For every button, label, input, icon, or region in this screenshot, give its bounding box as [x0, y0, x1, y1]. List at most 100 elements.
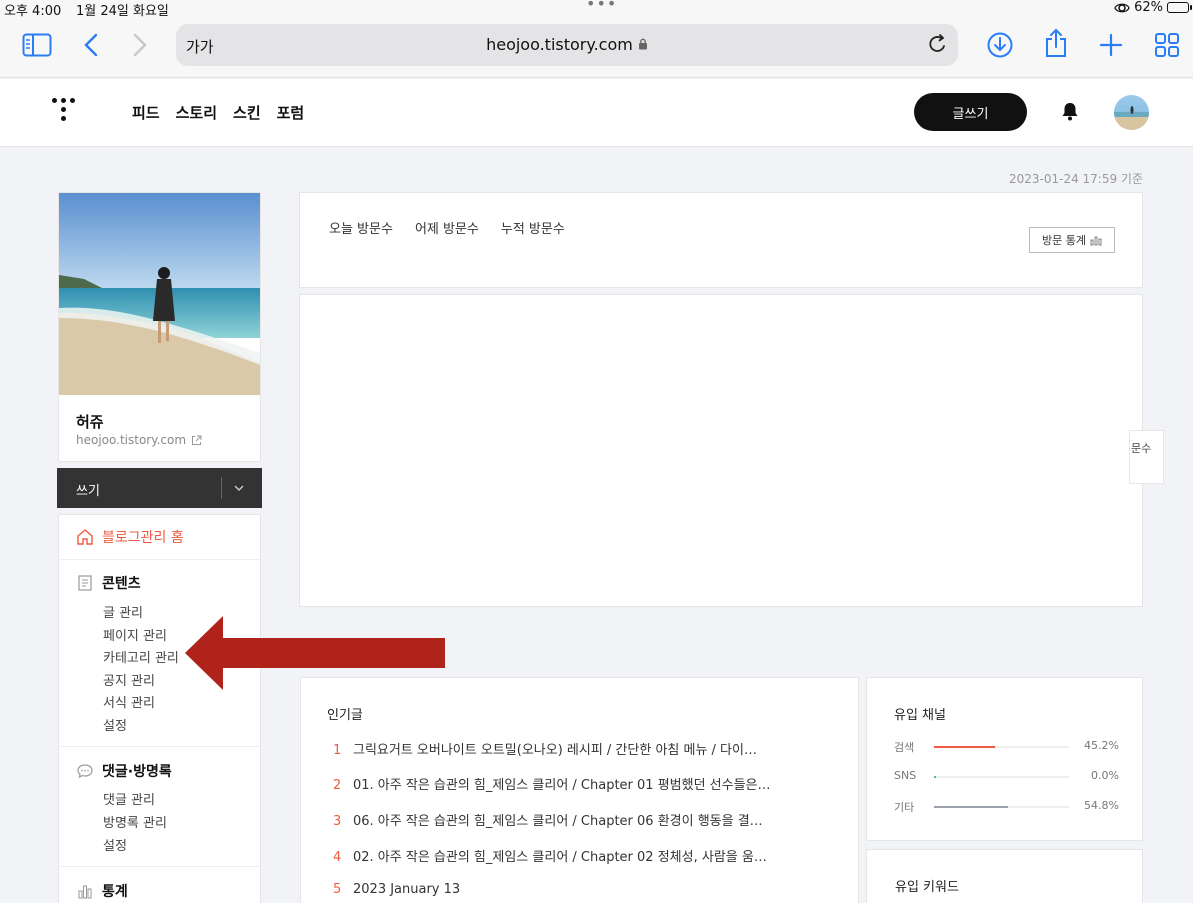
- multitask-dots-icon[interactable]: •••: [586, 0, 617, 13]
- chevron-down-icon[interactable]: [233, 479, 245, 497]
- nav-story[interactable]: 스토리: [176, 102, 217, 123]
- inflow-label: SNS: [894, 769, 917, 782]
- nav-feed[interactable]: 피드: [132, 102, 160, 123]
- inflow-percent: 45.2%: [1084, 739, 1119, 752]
- inflow-percent: 0.0%: [1091, 769, 1119, 782]
- side-tab-label: 문수: [1131, 442, 1152, 455]
- tab-overview-icon[interactable]: [1154, 32, 1180, 58]
- user-avatar[interactable]: [1114, 95, 1149, 130]
- speech-bubble-icon: [77, 764, 93, 779]
- document-icon: [78, 575, 92, 591]
- contents-title: 콘텐츠: [102, 576, 141, 592]
- sidebar-item-notice-manage[interactable]: 공지 관리: [103, 670, 155, 689]
- url-field[interactable]: heojoo.tistory.com: [176, 35, 958, 54]
- sidebar-item-guestbook-manage[interactable]: 방명록 관리: [103, 812, 167, 831]
- sidebar-item-home[interactable]: 블로그관리 홈: [76, 527, 184, 547]
- stats-title: 통계: [102, 884, 128, 900]
- battery-icon: [1167, 2, 1192, 13]
- write-button-divider: [221, 477, 222, 499]
- sidebar-item-comments-settings[interactable]: 설정: [103, 835, 127, 854]
- sidebar-section-contents[interactable]: 콘텐츠: [76, 573, 141, 593]
- url-text: heojoo.tistory.com: [486, 35, 633, 54]
- sidebar-write-button[interactable]: 쓰기: [57, 468, 262, 508]
- beach-photo-icon: [59, 193, 260, 395]
- inflow-bar: [934, 746, 996, 748]
- post-rank: 4: [333, 850, 342, 865]
- inflow-keywords-card: 유입 키워드: [866, 849, 1143, 903]
- popular-post-item[interactable]: 5 2023 January 13: [333, 882, 460, 897]
- inflow-bar-track: [934, 776, 1069, 778]
- tab-total-visits[interactable]: 누적 방문수: [501, 218, 565, 237]
- menu-divider: [59, 866, 260, 867]
- sidebar-item-template-manage[interactable]: 서식 관리: [103, 692, 155, 711]
- sidebar-item-page-manage[interactable]: 페이지 관리: [103, 625, 167, 644]
- inflow-bar-track: [934, 806, 1069, 808]
- main-nav: 피드 스토리 스킨 포럼: [132, 102, 304, 123]
- sidebar-item-contents-settings[interactable]: 설정: [103, 715, 127, 734]
- tistory-header: 피드 스토리 스킨 포럼 글쓰기: [0, 79, 1193, 147]
- menu-divider: [59, 746, 260, 747]
- annotation-arrow-icon: [185, 616, 445, 690]
- sidebar-section-stats[interactable]: 통계: [76, 881, 128, 901]
- inflow-bar-track: [934, 746, 1069, 748]
- tistory-logo-icon[interactable]: [52, 98, 78, 124]
- popular-post-item[interactable]: 4 02. 아주 작은 습관의 힘_제임스 클리어 / Chapter 02 정체…: [333, 846, 767, 865]
- post-rank: 2: [333, 778, 342, 793]
- status-right: 62%: [1114, 0, 1192, 15]
- nav-forum[interactable]: 포럼: [277, 102, 305, 123]
- sidebar-home-label: 블로그관리 홈: [102, 530, 184, 546]
- sidebar-item-category-manage[interactable]: 카테고리 관리: [103, 647, 179, 666]
- comments-title: 댓글·방명록: [102, 764, 172, 780]
- blog-url-text: heojoo.tistory.com: [76, 433, 187, 447]
- visit-stats-label: 방문 통계: [1042, 234, 1086, 247]
- popular-post-item[interactable]: 1 그릭요거트 오버나이트 오트밀(오나오) 레시피 / 간단한 아침 메뉴 / …: [333, 739, 757, 758]
- orientation-lock-icon: [1114, 3, 1130, 12]
- back-icon[interactable]: [83, 33, 99, 57]
- sidebar-item-comment-manage[interactable]: 댓글 관리: [103, 789, 155, 808]
- battery-percent: 62%: [1134, 0, 1163, 15]
- inflow-label: 검색: [894, 741, 915, 754]
- sidebar-section-comments[interactable]: 댓글·방명록: [76, 761, 172, 781]
- address-bar[interactable]: 가가 heojoo.tistory.com: [176, 24, 958, 66]
- external-link-icon: [192, 435, 202, 445]
- tab-yesterday-visits[interactable]: 어제 방문수: [415, 218, 479, 237]
- tab-today-visits[interactable]: 오늘 방문수: [329, 218, 393, 237]
- nav-skin[interactable]: 스킨: [233, 102, 261, 123]
- post-title: 그릭요거트 오버나이트 오트밀(오나오) 레시피 / 간단한 아침 메뉴 / 다…: [353, 743, 757, 758]
- inflow-row-sns: SNS 0.0%: [894, 769, 1119, 785]
- sidebar-item-post-manage[interactable]: 글 관리: [103, 602, 143, 621]
- inflow-bar: [934, 806, 1008, 808]
- post-rank: 5: [333, 882, 342, 897]
- bar-chart-icon: [78, 885, 92, 899]
- home-icon: [77, 529, 93, 545]
- post-title: 2023 January 13: [353, 882, 461, 897]
- bar-chart-icon: [1090, 236, 1102, 245]
- visit-stats-button[interactable]: 방문 통계: [1029, 227, 1115, 253]
- status-bar: 오후 4:00 1월 24일 화요일 ••• 62%: [0, 0, 1193, 19]
- visitor-tabs: 오늘 방문수 어제 방문수 누적 방문수: [329, 218, 565, 237]
- new-tab-icon[interactable]: [1099, 33, 1123, 57]
- sidebar-write-label: 쓰기: [76, 484, 100, 499]
- write-post-button[interactable]: 글쓰기: [914, 93, 1027, 131]
- menu-divider: [59, 559, 260, 560]
- forward-icon[interactable]: [132, 33, 148, 57]
- browser-toolbar: 가가 heojoo.tistory.com: [0, 18, 1193, 78]
- post-rank: 1: [333, 743, 342, 758]
- stats-timestamp: 2023-01-24 17:59 기준: [1008, 172, 1143, 186]
- share-icon[interactable]: [1044, 28, 1068, 58]
- reload-icon[interactable]: [926, 33, 948, 57]
- status-date: 1월 24일 화요일: [76, 4, 169, 19]
- sidebar-menu: 블로그관리 홈 콘텐츠 글 관리 페이지 관리 카테고리 관리 공지 관리 서식…: [58, 514, 261, 903]
- inflow-channels-title: 유입 채널: [894, 708, 946, 723]
- status-time: 오후 4:00: [4, 4, 62, 19]
- inflow-label: 기타: [894, 801, 915, 814]
- download-icon[interactable]: [987, 32, 1013, 58]
- floating-side-tab[interactable]: 문수: [1129, 430, 1164, 484]
- sidebar-toggle-icon[interactable]: [22, 33, 52, 57]
- popular-posts-title: 인기글: [327, 708, 363, 723]
- profile-photo[interactable]: [59, 193, 260, 395]
- popular-post-item[interactable]: 2 01. 아주 작은 습관의 힘_제임스 클리어 / Chapter 01 평범…: [333, 774, 771, 793]
- bell-icon[interactable]: [1061, 101, 1079, 121]
- blog-url-link[interactable]: heojoo.tistory.com: [76, 433, 202, 447]
- popular-post-item[interactable]: 3 06. 아주 작은 습관의 힘_제임스 클리어 / Chapter 06 환경…: [333, 810, 763, 829]
